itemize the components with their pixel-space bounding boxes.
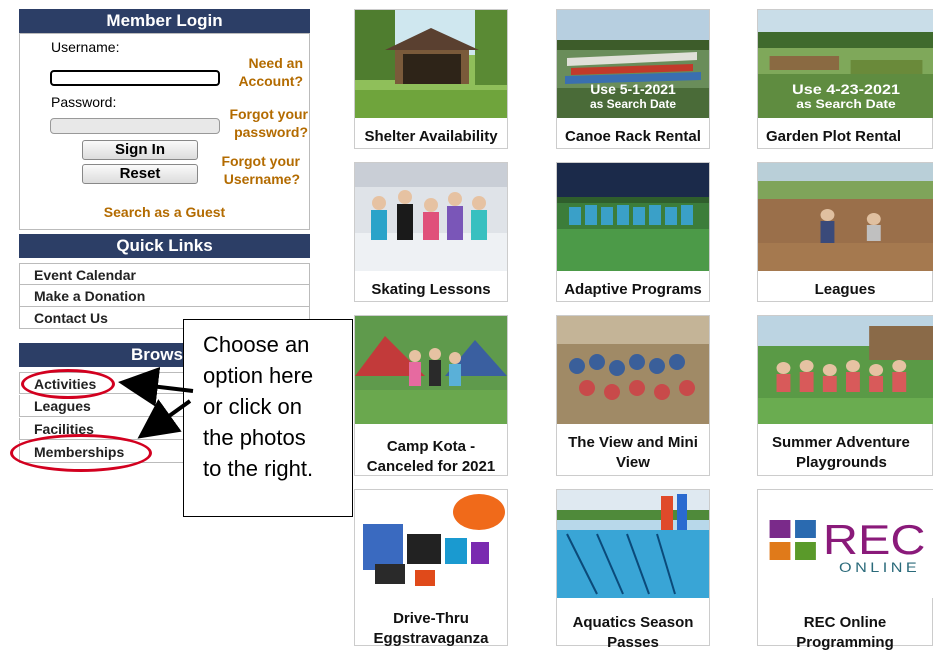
- tile-caption: The View and Mini View: [557, 429, 709, 473]
- tile-adaptive-programs[interactable]: Adaptive Programs: [556, 162, 710, 302]
- tile-shelter-availability[interactable]: Shelter Availability: [354, 9, 508, 149]
- caption-line: View: [616, 454, 650, 471]
- caption-line: Camp Kota -: [386, 438, 476, 455]
- aquatics-photo: [557, 490, 709, 598]
- arrow-to-memberships: [137, 399, 192, 439]
- rec-logo-sub: ONLINE: [839, 560, 920, 576]
- caption-line: Drive-Thru: [393, 610, 469, 627]
- tile-leagues[interactable]: Leagues: [757, 162, 933, 302]
- egg-photo: [355, 490, 507, 598]
- tile-caption: Garden Plot Rental: [766, 128, 902, 145]
- tile-canoe-rack-rental[interactable]: Use 5-1-2021 as Search Date Canoe Rack R…: [556, 9, 710, 149]
- shelter-photo: [355, 10, 507, 118]
- tile-caption: Leagues: [814, 281, 876, 298]
- garden-overlay-line-1: Use 4-23-2021: [792, 82, 900, 98]
- caption-line: Playgrounds: [796, 454, 887, 471]
- tile-aquatics-season-passes[interactable]: Aquatics Season Passes: [556, 489, 710, 651]
- skating-photo: [355, 163, 507, 271]
- tile-caption: Camp Kota - Canceled for 2021: [355, 429, 507, 477]
- tile-rec-online[interactable]: REC ONLINE REC Online Programming: [757, 489, 933, 651]
- tile-caption: Shelter Availability: [364, 128, 498, 145]
- rec-online-logo: REC ONLINE: [758, 490, 933, 598]
- tile-caption: Summer Adventure Playgrounds: [758, 429, 932, 473]
- tile-caption: Drive-Thru Eggstravaganza: [355, 603, 507, 649]
- garden-overlay-line-2: as Search Date: [796, 97, 896, 111]
- view-photo: [557, 316, 709, 424]
- caption-line: Canceled for 2021: [366, 458, 496, 475]
- summer-photo: [758, 316, 933, 424]
- caption-line: Programming: [796, 634, 894, 651]
- caption-line: REC Online: [803, 614, 887, 631]
- camp-photo: [355, 316, 507, 424]
- tile-garden-plot-rental[interactable]: Use 4-23-2021 as Search Date Garden Plot…: [757, 9, 933, 149]
- tile-summer-adventure[interactable]: Summer Adventure Playgrounds: [757, 315, 933, 476]
- caption-line: Summer Adventure: [772, 434, 910, 451]
- leagues-photo: [758, 163, 933, 271]
- caption-line: Aquatics Season: [572, 614, 694, 631]
- rec-logo-text: REC: [823, 516, 926, 563]
- tile-skating-lessons[interactable]: Skating Lessons: [354, 162, 508, 302]
- adaptive-photo: [557, 163, 709, 271]
- caption-line: The View and Mini: [568, 434, 698, 451]
- arrow-to-activities: [118, 366, 194, 407]
- tile-caption: Adaptive Programs: [564, 281, 702, 298]
- tile-drive-thru-eggstravaganza[interactable]: Drive-Thru Eggstravaganza: [354, 489, 508, 649]
- tile-caption: Skating Lessons: [371, 281, 491, 298]
- tile-caption: Canoe Rack Rental: [565, 128, 701, 145]
- tile-view-and-mini-view[interactable]: The View and Mini View: [556, 315, 710, 476]
- canoe-photo: Use 5-1-2021 as Search Date: [557, 10, 709, 118]
- caption-line: Passes: [607, 634, 659, 651]
- canoe-overlay-line-2: as Search Date: [590, 97, 676, 111]
- caption-line: Eggstravaganza: [373, 630, 489, 647]
- canoe-overlay-line-1: Use 5-1-2021: [590, 81, 676, 97]
- tile-camp-kota[interactable]: Camp Kota - Canceled for 2021: [354, 315, 508, 476]
- garden-photo: Use 4-23-2021 as Search Date: [758, 10, 933, 118]
